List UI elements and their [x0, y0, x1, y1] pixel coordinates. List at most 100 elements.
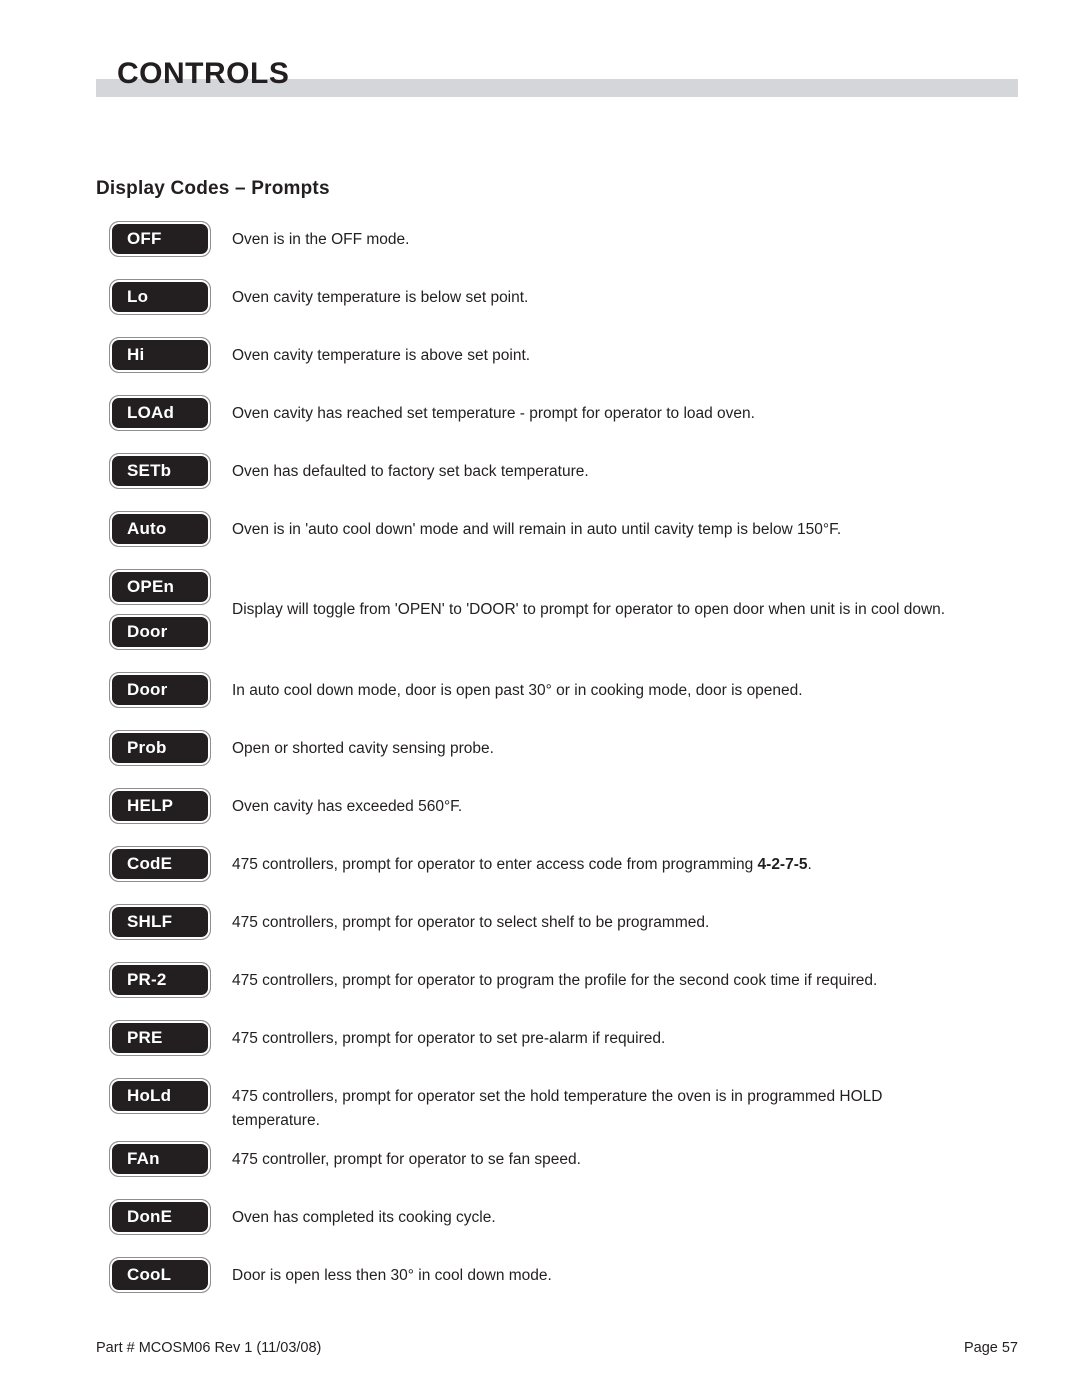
- code-description: Oven cavity has exceeded 560°F.: [232, 798, 463, 815]
- display-code-badge: LOAd: [109, 395, 211, 431]
- row-spacer: [0, 997, 1080, 1021]
- display-code-badge: Door: [109, 672, 211, 708]
- table-row: CooL Door is open less then 30° in cool …: [0, 1257, 1080, 1293]
- code-description: Open or shorted cavity sensing probe.: [232, 740, 494, 757]
- table-row: OFF Oven is in the OFF mode.: [0, 221, 1080, 257]
- display-code-badge: Prob: [109, 730, 211, 766]
- code-description: 475 controllers, prompt for operator to …: [232, 1030, 666, 1047]
- page-header: CONTROLS: [0, 0, 1080, 120]
- code-description: In auto cool down mode, door is open pas…: [232, 682, 803, 699]
- row-spacer: [0, 372, 1080, 396]
- table-row: PRE 475 controllers, prompt for operator…: [0, 1020, 1080, 1056]
- table-row: Door In auto cool down mode, door is ope…: [0, 672, 1080, 708]
- table-row: HoLd 475 controllers, prompt for operato…: [0, 1078, 1080, 1133]
- badge-cell: Door: [0, 672, 232, 708]
- badge-cell: Lo: [0, 279, 232, 315]
- badge-cell-paired: OPEn Door: [0, 569, 232, 650]
- table-row: SHLF 475 controllers, prompt for operato…: [0, 904, 1080, 940]
- row-spacer: [0, 881, 1080, 905]
- badge-cell: OFF: [0, 221, 232, 257]
- table-row: Lo Oven cavity temperature is below set …: [0, 279, 1080, 315]
- footer-page-number: Page 57: [963, 1340, 1018, 1356]
- section-heading: Display Codes – Prompts: [96, 178, 330, 199]
- row-spacer: [0, 256, 1080, 280]
- badge-cell: CodE: [0, 846, 232, 882]
- table-row-paired: OPEn Door Display will toggle from 'OPEN…: [0, 569, 1080, 650]
- badge-cell: Hi: [0, 337, 232, 373]
- access-code-value: 4-2-7-5: [757, 856, 808, 873]
- table-row: CodE 475 controllers, prompt for operato…: [0, 846, 1080, 882]
- row-spacer: [0, 1133, 1080, 1142]
- row-spacer: [0, 765, 1080, 789]
- display-code-badge: CodE: [109, 846, 211, 882]
- display-code-badge: SETb: [109, 453, 211, 489]
- code-description: Oven cavity temperature is below set poi…: [232, 289, 529, 306]
- badge-cell: Prob: [0, 730, 232, 766]
- badge-cell: SHLF: [0, 904, 232, 940]
- row-spacer: [0, 649, 1080, 673]
- display-code-badge: OFF: [109, 221, 211, 257]
- badge-cell: CooL: [0, 1257, 232, 1293]
- display-code-badge: PRE: [109, 1020, 211, 1056]
- badge-cell: DonE: [0, 1199, 232, 1235]
- display-code-badge: Auto: [109, 511, 211, 547]
- row-spacer: [0, 939, 1080, 963]
- code-description: Display will toggle from 'OPEN' to 'DOOR…: [232, 600, 946, 618]
- table-row: Hi Oven cavity temperature is above set …: [0, 337, 1080, 373]
- display-code-badge: SHLF: [109, 904, 211, 940]
- display-code-badge: HELP: [109, 788, 211, 824]
- code-description: 475 controllers, prompt for operator to …: [232, 914, 710, 931]
- display-code-badge: FAn: [109, 1141, 211, 1177]
- display-code-badge: OPEn: [109, 569, 211, 605]
- row-spacer: [0, 1176, 1080, 1200]
- table-row: LOAd Oven cavity has reached set tempera…: [0, 395, 1080, 431]
- code-description: Oven is in 'auto cool down' mode and wil…: [232, 521, 842, 538]
- table-row: HELP Oven cavity has exceeded 560°F.: [0, 788, 1080, 824]
- badge-cell: Auto: [0, 511, 232, 547]
- code-description: Oven is in the OFF mode.: [232, 231, 410, 248]
- code-description: Oven cavity has reached set temperature …: [232, 405, 755, 422]
- table-row: FAn 475 controller, prompt for operator …: [0, 1141, 1080, 1177]
- code-description: 475 controllers, prompt for operator set…: [232, 1088, 883, 1129]
- row-spacer: [0, 1234, 1080, 1258]
- row-spacer: [0, 488, 1080, 512]
- code-description: Door is open less then 30° in cool down …: [232, 1267, 552, 1284]
- display-codes-table: OFF Oven is in the OFF mode. Lo Oven cav…: [0, 221, 1080, 1293]
- code-description: 475 controllers, prompt for operator to …: [232, 847, 1022, 877]
- row-spacer: [0, 1055, 1080, 1079]
- badge-cell: SETb: [0, 453, 232, 489]
- row-spacer: [0, 546, 1080, 570]
- display-code-badge: PR-2: [109, 962, 211, 998]
- badge-cell: FAn: [0, 1141, 232, 1177]
- code-description: 475 controllers, prompt for operator to …: [232, 972, 878, 989]
- page-title: CONTROLS: [117, 57, 290, 90]
- description-text-before: 475 controllers, prompt for operator to …: [232, 856, 758, 873]
- badge-cell: PR-2: [0, 962, 232, 998]
- badge-cell: HELP: [0, 788, 232, 824]
- row-spacer: [0, 314, 1080, 338]
- row-spacer: [0, 707, 1080, 731]
- badge-cell: PRE: [0, 1020, 232, 1056]
- row-spacer: [0, 430, 1080, 454]
- code-description: Oven has completed its cooking cycle.: [232, 1209, 496, 1226]
- code-description: 475 controller, prompt for operator to s…: [232, 1151, 581, 1168]
- description-text-after: .: [807, 856, 812, 873]
- display-code-badge: Hi: [109, 337, 211, 373]
- footer-part-number: Part # MCOSM06 Rev 1 (11/03/08): [96, 1340, 322, 1356]
- display-code-badge: Door: [109, 614, 211, 650]
- row-spacer: [0, 823, 1080, 847]
- badge-cell: HoLd: [0, 1078, 232, 1114]
- display-code-badge: DonE: [109, 1199, 211, 1235]
- display-code-badge: HoLd: [109, 1078, 211, 1114]
- table-row: Auto Oven is in 'auto cool down' mode an…: [0, 511, 1080, 547]
- table-row: DonE Oven has completed its cooking cycl…: [0, 1199, 1080, 1235]
- code-description: Oven cavity temperature is above set poi…: [232, 347, 531, 364]
- badge-cell: LOAd: [0, 395, 232, 431]
- display-code-badge: CooL: [109, 1257, 211, 1293]
- table-row: SETb Oven has defaulted to factory set b…: [0, 453, 1080, 489]
- table-row: PR-2 475 controllers, prompt for operato…: [0, 962, 1080, 998]
- code-description: Oven has defaulted to factory set back t…: [232, 463, 589, 480]
- page-footer: Part # MCOSM06 Rev 1 (11/03/08) Page 57: [96, 1340, 1018, 1356]
- display-code-badge: Lo: [109, 279, 211, 315]
- table-row: Prob Open or shorted cavity sensing prob…: [0, 730, 1080, 766]
